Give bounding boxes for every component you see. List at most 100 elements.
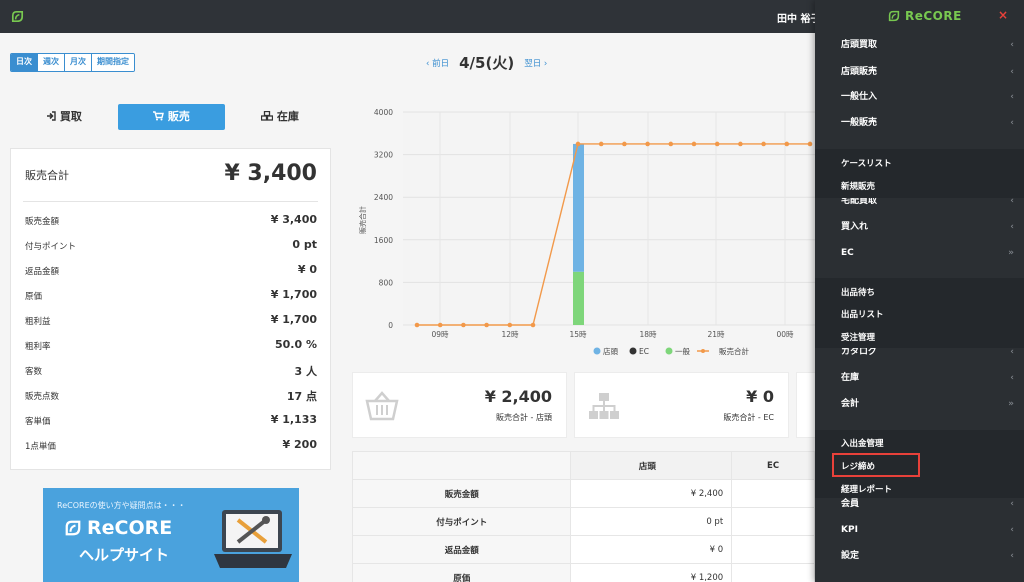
total-point bbox=[575, 141, 581, 147]
menu-item-label: 一般仕入 bbox=[841, 92, 878, 102]
help-site-banner[interactable]: ReCOREの使い方や疑問点は・・・ ReCORE ヘルプサイト bbox=[43, 488, 299, 582]
chevron-down-icon: » bbox=[1008, 248, 1014, 258]
total-point bbox=[414, 322, 420, 328]
submenu-item[interactable]: ケースリスト bbox=[841, 157, 892, 169]
next-day-link[interactable]: 翌日 › bbox=[524, 57, 547, 69]
summary-row-value: ¥ 0 bbox=[297, 263, 317, 276]
x-tick-label: 09時 bbox=[431, 330, 449, 339]
prev-day-link[interactable]: ‹ 前日 bbox=[426, 57, 449, 69]
total-point bbox=[691, 141, 697, 147]
total-point bbox=[622, 141, 627, 147]
total-point bbox=[668, 141, 674, 147]
menu-item-label: 店頭販売 bbox=[841, 67, 878, 77]
x-tick-label: 12時 bbox=[501, 330, 519, 339]
summary-row-label: 客単価 bbox=[25, 417, 51, 427]
menu-item-2[interactable]: 一般仕入 ‹ bbox=[815, 84, 1024, 110]
table-header-ec: EC bbox=[731, 451, 815, 480]
kpi-store-value: ¥ 2,400 bbox=[484, 387, 552, 406]
chevron-left-icon: ‹ bbox=[1010, 118, 1014, 128]
summary-row-label: 付与ポイント bbox=[25, 242, 77, 252]
table-header-row: 店頭 EC bbox=[351, 451, 815, 480]
total-point bbox=[437, 322, 443, 328]
table-cell-label: 返品金額 bbox=[351, 535, 572, 564]
submenu-item[interactable]: 出品リスト bbox=[841, 308, 884, 320]
tab-daily[interactable]: 日次 bbox=[11, 54, 38, 71]
x-tick-label: 00時 bbox=[776, 330, 794, 339]
side-menu-header: ReCORE × bbox=[815, 0, 1024, 33]
table-cell-label: 販売金額 bbox=[351, 479, 572, 508]
basket-icon bbox=[365, 391, 399, 421]
tab-period[interactable]: 期間指定 bbox=[92, 54, 134, 71]
current-date: 4/5(火) bbox=[459, 54, 515, 72]
x-tick-label: 21時 bbox=[707, 330, 725, 339]
submenu-item[interactable]: 経理レポート bbox=[841, 483, 892, 495]
summary-row: 客数 3 人 bbox=[25, 363, 317, 379]
chevron-left-icon: ‹ bbox=[1010, 222, 1014, 232]
bar-一般 bbox=[573, 271, 584, 325]
total-value: ¥ 3,400 bbox=[224, 161, 317, 186]
sales-breakdown-table: 店頭 EC 販売金額 ¥ 2,400 付与ポイント 0 pt 返品金額 ¥ 0 原価 ¥ 1,… bbox=[351, 451, 815, 582]
menu-item-label: 設定 bbox=[841, 551, 860, 561]
table-cell-v2 bbox=[731, 563, 815, 582]
tab-sales[interactable]: 販売 bbox=[118, 104, 225, 130]
submenu-item[interactable]: 受注管理 bbox=[841, 331, 875, 343]
table-row: 付与ポイント 0 pt bbox=[351, 507, 815, 536]
menu-item-9[interactable]: 会計 » bbox=[815, 391, 1024, 417]
close-icon[interactable]: × bbox=[998, 8, 1008, 22]
menu-item-3[interactable]: 一般販売 ‹ bbox=[815, 110, 1024, 136]
menu-item-label: カタログ bbox=[841, 347, 878, 357]
side-menu: ReCORE × 店頭買取 ‹ 店頭販売 ‹ 一般仕入 ‹ 一般販売 ‹ 宅配買取 ‹ 買入れ ‹ EC… bbox=[815, 0, 1024, 582]
tab-stock-label: 在庫 bbox=[276, 110, 299, 123]
recore-logo-icon bbox=[65, 520, 81, 536]
menu-item-5[interactable]: 買入れ ‹ bbox=[815, 214, 1024, 240]
menu-item-0[interactable]: 店頭買取 ‹ bbox=[815, 32, 1024, 58]
tab-stock[interactable]: 在庫 bbox=[250, 104, 310, 130]
kpi-store-total: ¥ 2,400 販売合計 - 店頭 bbox=[352, 372, 567, 438]
tab-weekly[interactable]: 週次 bbox=[38, 54, 65, 71]
total-point bbox=[645, 141, 650, 147]
chevron-left-icon: ‹ bbox=[1010, 551, 1014, 561]
table-row: 原価 ¥ 1,200 bbox=[351, 563, 815, 582]
table-cell-v2 bbox=[731, 479, 815, 508]
summary-row: 粗利益 ¥ 1,700 bbox=[25, 313, 317, 329]
submenu-item[interactable]: 新規販売 bbox=[841, 180, 875, 192]
menu-item-12[interactable]: 設定 ‹ bbox=[815, 543, 1024, 569]
total-point bbox=[507, 322, 513, 328]
summary-row-value: ¥ 200 bbox=[282, 438, 317, 451]
summary-row: 1点単価 ¥ 200 bbox=[25, 438, 317, 454]
menu-item-label: 会計 bbox=[841, 399, 860, 409]
summary-row-value: 0 pt bbox=[292, 238, 317, 251]
legend-marker bbox=[701, 349, 705, 353]
kpi-store-label: 販売合計 - 店頭 bbox=[496, 413, 552, 422]
menu-item-11[interactable]: KPI ‹ bbox=[815, 517, 1024, 543]
total-point bbox=[714, 141, 720, 147]
total-point bbox=[761, 141, 766, 147]
user-name[interactable]: 田中 裕子 bbox=[777, 10, 820, 25]
total-point bbox=[784, 141, 790, 147]
x-tick-label: 18時 bbox=[639, 330, 657, 339]
submenu-item[interactable]: 入出金管理 bbox=[841, 437, 884, 449]
summary-row-label: 販売金額 bbox=[25, 217, 60, 227]
summary-row-label: 1点単価 bbox=[25, 442, 56, 452]
summary-row-value: ¥ 3,400 bbox=[270, 213, 317, 226]
divider bbox=[23, 201, 318, 202]
submenu-item[interactable]: 出品待ち bbox=[841, 286, 875, 298]
menu-item-label: 会員 bbox=[841, 499, 860, 509]
tab-purchase[interactable]: 買取 bbox=[34, 104, 94, 130]
menu-item-8[interactable]: 在庫 ‹ bbox=[815, 365, 1024, 391]
menu-item-6[interactable]: EC » bbox=[815, 240, 1024, 266]
bar-店頭 bbox=[573, 143, 584, 272]
summary-row: 販売金額 ¥ 3,400 bbox=[25, 213, 317, 229]
menu-item-1[interactable]: 店頭販売 ‹ bbox=[815, 59, 1024, 85]
y-tick-label: 1600 bbox=[374, 236, 393, 245]
summary-row-label: 販売点数 bbox=[25, 392, 60, 402]
summary-row: 粗利率 50.0 % bbox=[25, 338, 317, 354]
y-tick-label: 4000 bbox=[374, 108, 393, 117]
legend-label: 販売合計 bbox=[719, 346, 749, 356]
tab-monthly[interactable]: 月次 bbox=[65, 54, 92, 71]
table-cell-v1: ¥ 0 bbox=[570, 535, 733, 564]
kpi-ec-total: ¥ 0 販売合計 - EC bbox=[574, 372, 789, 438]
brand-logo[interactable]: ReCORE bbox=[887, 9, 962, 23]
total-point bbox=[807, 141, 813, 147]
logo-icon[interactable] bbox=[10, 9, 25, 24]
